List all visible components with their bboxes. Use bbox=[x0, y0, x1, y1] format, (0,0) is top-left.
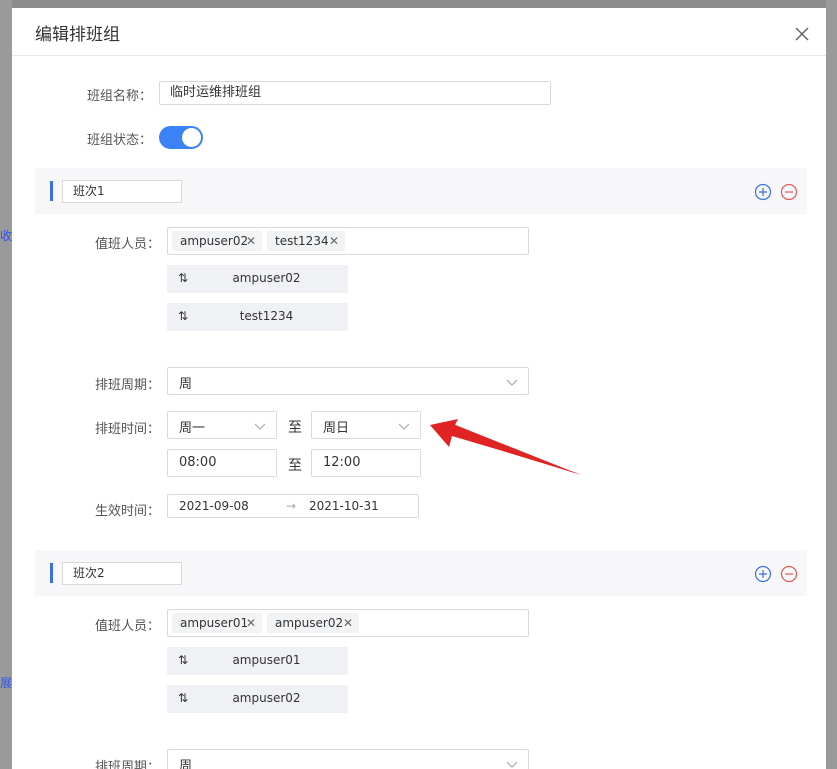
group-status-toggle[interactable] bbox=[159, 126, 203, 149]
close-icon[interactable]: ✕ bbox=[343, 613, 353, 633]
minus-circle-icon[interactable] bbox=[780, 565, 798, 583]
staff-order-item[interactable]: ⇅ ampuser01 bbox=[167, 647, 348, 675]
day-to-select[interactable]: 周日 bbox=[311, 411, 421, 439]
shift-1-name-input[interactable]: 班次1 bbox=[62, 180, 182, 203]
close-icon[interactable]: ✕ bbox=[246, 613, 256, 633]
staff-select[interactable]: ampuser01 ✕ ampuser02 ✕ bbox=[167, 609, 529, 637]
staff-tag: test1234 ✕ bbox=[267, 231, 345, 251]
day-to-value: 周日 bbox=[323, 421, 350, 436]
section-accent bbox=[50, 563, 53, 583]
staff-label: 值班人员： bbox=[95, 237, 161, 252]
staff-order-item[interactable]: ⇅ ampuser02 bbox=[167, 265, 348, 293]
background-left-strip bbox=[0, 0, 12, 769]
staff-order-item[interactable]: ⇅ ampuser02 bbox=[167, 685, 348, 713]
plus-circle-icon[interactable] bbox=[754, 183, 772, 201]
group-name-input[interactable]: 临时运维排班组 bbox=[159, 81, 551, 105]
time-to-input[interactable]: 12:00 bbox=[311, 449, 421, 477]
day-from-value: 周一 bbox=[179, 421, 206, 436]
chevron-down-icon bbox=[254, 420, 266, 435]
time-from-value: 08:00 bbox=[179, 455, 217, 470]
period-value: 周 bbox=[179, 759, 193, 769]
period-value: 周 bbox=[179, 377, 193, 392]
staff-tag: ampuser01 ✕ bbox=[172, 613, 262, 633]
staff-select[interactable]: ampuser02 ✕ test1234 ✕ bbox=[167, 227, 529, 255]
range-separator: 至 bbox=[288, 420, 302, 436]
period-label: 排班周期： bbox=[95, 378, 161, 393]
shift-2-header: 班次2 bbox=[35, 550, 807, 596]
group-status-label: 班组状态： bbox=[87, 133, 153, 148]
staff-order-name: test1234 bbox=[239, 309, 294, 323]
chevron-down-icon bbox=[506, 758, 518, 769]
range-separator: 至 bbox=[288, 458, 302, 474]
staff-tag: ampuser02 ✕ bbox=[172, 231, 262, 251]
staff-tag-label: ampuser02 bbox=[275, 616, 344, 630]
close-icon[interactable]: ✕ bbox=[246, 231, 256, 251]
date-range-arrow: → bbox=[286, 499, 297, 513]
period-select[interactable]: 周 bbox=[167, 749, 529, 769]
staff-tag-label: ampuser02 bbox=[180, 234, 249, 248]
close-icon[interactable] bbox=[792, 24, 812, 44]
schedule-time-label: 排班时间： bbox=[95, 422, 161, 437]
background-text: 收 bbox=[0, 229, 13, 243]
period-select[interactable]: 周 bbox=[167, 367, 529, 395]
group-name-label: 班组名称： bbox=[87, 89, 153, 104]
background-text: 展 bbox=[0, 676, 13, 690]
period-label: 排班周期： bbox=[95, 760, 161, 769]
effective-time-label: 生效时间： bbox=[95, 504, 161, 519]
date-from: 2021-09-08 bbox=[179, 499, 249, 513]
time-to-value: 12:00 bbox=[323, 455, 361, 470]
chevron-down-icon bbox=[506, 376, 518, 391]
staff-tag: ampuser02 ✕ bbox=[267, 613, 359, 633]
staff-tag-label: test1234 bbox=[275, 234, 329, 248]
toggle-knob bbox=[182, 128, 201, 147]
staff-order-item[interactable]: ⇅ test1234 bbox=[167, 303, 348, 331]
staff-order-name: ampuser01 bbox=[232, 653, 301, 667]
shift-1-header: 班次1 bbox=[35, 168, 807, 214]
edit-shift-group-modal: 编辑排班组 班组名称： 临时运维排班组 班组状态： 班次1 值班人员： ampu… bbox=[12, 8, 826, 769]
section-accent bbox=[50, 181, 53, 201]
staff-label: 值班人员： bbox=[95, 619, 161, 634]
date-to: 2021-10-31 bbox=[309, 499, 379, 513]
staff-tag-label: ampuser01 bbox=[180, 616, 249, 630]
plus-circle-icon[interactable] bbox=[754, 565, 772, 583]
staff-order-name: ampuser02 bbox=[232, 271, 301, 285]
effective-date-range[interactable]: 2021-09-08 → 2021-10-31 bbox=[167, 494, 419, 518]
shift-2-name-input[interactable]: 班次2 bbox=[62, 562, 182, 585]
close-icon[interactable]: ✕ bbox=[329, 231, 339, 251]
minus-circle-icon[interactable] bbox=[780, 183, 798, 201]
modal-title: 编辑排班组 bbox=[35, 25, 120, 45]
modal-header: 编辑排班组 bbox=[12, 8, 826, 56]
staff-order-name: ampuser02 bbox=[232, 691, 301, 705]
time-from-input[interactable]: 08:00 bbox=[167, 449, 277, 477]
day-from-select[interactable]: 周一 bbox=[167, 411, 277, 439]
chevron-down-icon bbox=[398, 420, 410, 435]
background-right-strip bbox=[826, 0, 837, 769]
